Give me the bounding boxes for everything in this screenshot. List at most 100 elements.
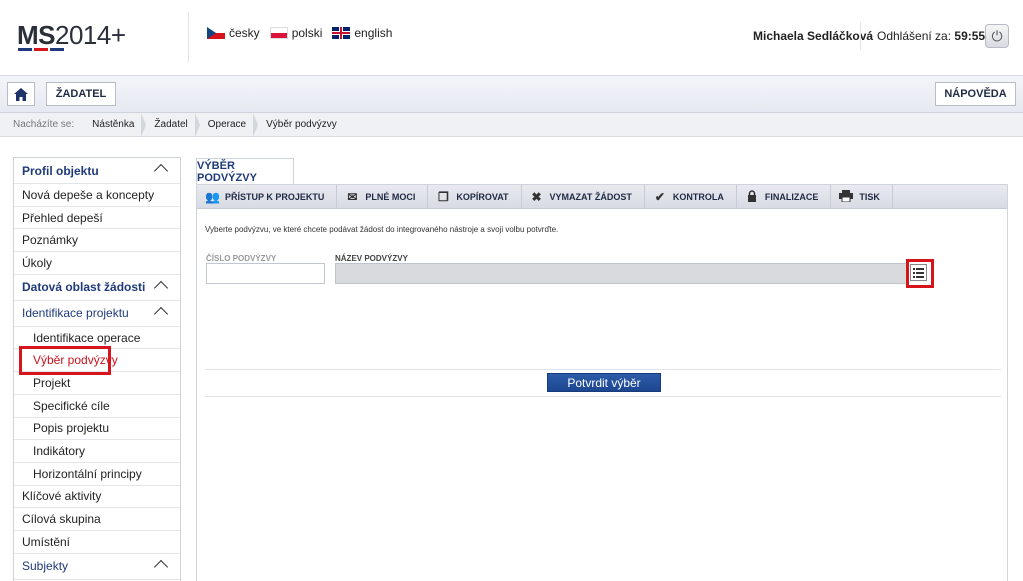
divider (205, 369, 1001, 370)
sidebar-item-specificke-cile[interactable]: Specifické cíle (14, 395, 180, 418)
sidebar-item-poznamky[interactable]: Poznámky (14, 229, 180, 253)
sidebar-item-label: Umístění (22, 534, 71, 549)
sidebar-item-cilova-skupina[interactable]: Cílová skupina (14, 508, 180, 531)
toolbar-label: FINALIZACE (764, 192, 819, 202)
sidebar-section-identifikace-projektu[interactable]: Identifikace projektu (14, 301, 180, 327)
logo-bar (34, 48, 48, 51)
gb-flag-icon (332, 27, 351, 39)
breadcrumb-item-current: Výběr podvýzvy (266, 118, 337, 130)
sidebar-item-label: Úkoly (22, 255, 53, 270)
list-icon (913, 267, 924, 278)
logout-button[interactable]: ⏻ (985, 24, 1009, 48)
top-header: MS2014+ česky polski english Michaela Se… (0, 0, 1023, 76)
home-button[interactable] (7, 82, 35, 106)
lang-label: česky (229, 26, 260, 40)
access-project-button[interactable]: 👥 PŘÍSTUP K PROJEKTU (197, 185, 338, 209)
main-navbar: ŽADATEL NÁPOVĚDA (0, 76, 1023, 113)
power-icon: ⏻ (991, 27, 1003, 44)
sidebar-item-label: Datová oblast žádosti (22, 280, 146, 295)
help-button[interactable]: NÁPOVĚDA (935, 82, 1016, 106)
sidebar-item-projekt[interactable]: Projekt (14, 372, 180, 395)
breadcrumb-item-nastenka[interactable]: Nástěnka (84, 112, 147, 137)
home-icon (14, 87, 28, 101)
sidebar-item-label: Poznámky (22, 233, 79, 248)
delete-application-button[interactable]: ✖ VYMAZAT ŽÁDOST (522, 185, 645, 209)
sidebar-section-subjekty[interactable]: Subjekty (14, 554, 180, 580)
sidebar-item-identifikace-operace[interactable]: Identifikace operace (14, 327, 180, 350)
sidebar-section-profil-objektu[interactable]: Profil objektu (14, 158, 180, 184)
sidebar-item-vyber-podvyzvy[interactable]: Výběr podvýzvy (14, 349, 180, 373)
sidebar-item-label: Klíčové aktivity (22, 489, 102, 504)
logo-ms: MS (17, 20, 56, 50)
sidebar-item-klicove-aktivity[interactable]: Klíčové aktivity (14, 486, 180, 509)
delete-icon: ✖ (531, 190, 542, 204)
nazev-podvyzvy-input[interactable] (335, 263, 907, 284)
sidebar-item-ukoly[interactable]: Úkoly (14, 252, 180, 275)
print-icon (839, 189, 854, 205)
logo-number: 2014+ (55, 20, 126, 50)
divider (205, 396, 1001, 397)
sidebar-item-label: Specifické cíle (33, 398, 110, 413)
logo-bars (18, 48, 66, 52)
sidebar-item-label: Projekt (33, 375, 71, 390)
language-switcher: česky polski english (207, 26, 392, 40)
sidebar-item-horizontalni-principy[interactable]: Horizontální principy (14, 463, 180, 486)
logout-time: 59:55 (954, 29, 986, 43)
tab-vyber-podvyzvy[interactable]: VÝBĚR PODVÝZVY (196, 158, 294, 184)
breadcrumb-item-operace[interactable]: Operace (200, 112, 259, 137)
lang-polish[interactable]: polski (269, 26, 323, 40)
user-name[interactable]: Michaela Sedláčková (753, 29, 873, 43)
check-icon: ✔ (654, 190, 665, 204)
users-icon: 👥 (205, 190, 220, 204)
header-divider (860, 22, 861, 50)
sidebar-item-label: Subjekty (22, 559, 69, 574)
breadcrumb: Nacházíte se: Nástěnka Žadatel Operace V… (0, 112, 1023, 137)
lang-english[interactable]: english (332, 26, 392, 40)
breadcrumb-prefix: Nacházíte se: (13, 119, 75, 130)
chevron-up-icon[interactable] (153, 559, 169, 574)
header-divider (188, 12, 189, 62)
cislo-podvyzvy-label: ČÍSLO PODVÝZVY (206, 254, 277, 263)
check-button[interactable]: ✔ KONTROLA (645, 185, 737, 209)
chevron-up-icon[interactable] (153, 280, 169, 295)
logout-label: Odhlášení za: (877, 29, 952, 43)
zadatel-button[interactable]: ŽADATEL (46, 82, 116, 106)
sidebar-item-nova-depese[interactable]: Nová depeše a koncepty (14, 184, 180, 207)
pl-flag-icon (269, 27, 288, 39)
lang-czech[interactable]: česky (207, 26, 260, 40)
chevron-up-icon[interactable] (153, 163, 169, 179)
toolbar-label: KOPÍROVAT (456, 192, 509, 202)
sidebar-item-prehled-depesi[interactable]: Přehled depeší (14, 207, 180, 230)
lang-label: polski (291, 26, 323, 40)
sidebar-item-popis-projektu[interactable]: Popis projektu (14, 418, 180, 441)
toolbar-label: TISK (859, 192, 880, 202)
sidebar-item-label: Popis projektu (33, 421, 110, 436)
sidebar-item-label: Cílová skupina (22, 512, 101, 527)
print-button[interactable]: TISK (831, 185, 893, 209)
sidebar: Profil objektu Nová depeše a koncepty Př… (13, 157, 181, 581)
cz-flag-icon (207, 27, 225, 39)
sidebar-item-label: Identifikace projektu (22, 306, 129, 321)
finalize-button[interactable]: FINALIZACE (737, 185, 832, 209)
sidebar-item-label: Profil objektu (22, 163, 99, 178)
toolbar-label: VYMAZAT ŽÁDOST (549, 192, 632, 202)
logo-bar (50, 48, 64, 51)
confirm-selection-button[interactable]: Potvrdit výběr (547, 373, 661, 392)
select-podvyzva-button[interactable] (910, 264, 927, 281)
sidebar-item-indikatory[interactable]: Indikátory (14, 440, 180, 463)
breadcrumb-item-zadatel[interactable]: Žadatel (146, 112, 201, 137)
lang-label: english (354, 26, 393, 40)
power-of-attorney-button[interactable]: ✉ PLNÉ MOCI (337, 185, 429, 209)
lock-icon (745, 189, 759, 205)
nazev-podvyzvy-label: NÁZEV PODVÝZVY (335, 254, 408, 263)
copy-icon: ❐ (437, 190, 449, 204)
sidebar-item-label: Horizontální principy (33, 466, 142, 481)
sidebar-item-umisteni[interactable]: Umístění (14, 531, 180, 554)
toolbar-label: KONTROLA (672, 192, 724, 202)
copy-button[interactable]: ❐ KOPÍROVAT (428, 185, 522, 209)
logo-bar (18, 48, 32, 51)
sidebar-item-label: Přehled depeší (22, 210, 103, 225)
chevron-up-icon[interactable] (153, 306, 169, 321)
cislo-podvyzvy-input[interactable] (206, 263, 325, 284)
sidebar-section-datova-oblast[interactable]: Datová oblast žádosti (14, 275, 180, 301)
